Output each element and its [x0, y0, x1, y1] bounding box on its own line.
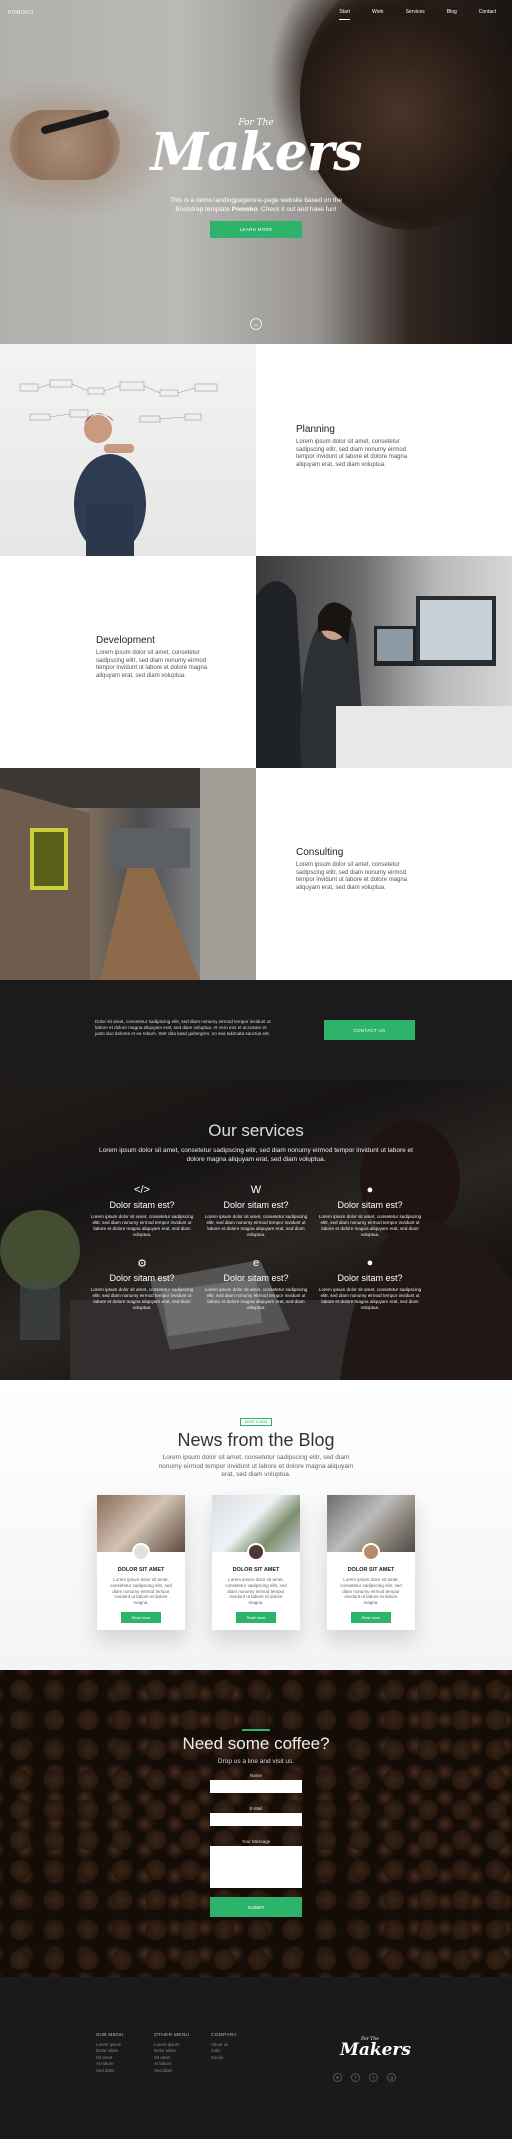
services-section: Our services Lorem ipsum dolor sit amet,… [0, 1080, 512, 1380]
blog-subtitle: Lorem ipsum dolor sit amet, consetetur s… [158, 1454, 354, 1478]
hero-section: POMOKO Start Work Services Blog Contact … [0, 0, 512, 344]
footer: SUB MENU Lorem ipsum Dolor sitam Sit ame… [0, 1977, 512, 2139]
hero-title: Makers [150, 122, 362, 183]
consulting-photo [0, 768, 256, 980]
hero-description: This is a demo landingpage/one-page webs… [169, 197, 342, 213]
cta-section: Dolor sit amet, consetetur sadipscing el… [0, 980, 512, 1080]
message-label: Your Message [241, 1839, 271, 1844]
email-field[interactable] [210, 1813, 302, 1826]
contact-subtitle: Drop us a line and visit us. [217, 1758, 295, 1765]
blog-card[interactable]: DOLOR SIT AMET Lorem ipsum dolor sit ame… [97, 1495, 185, 1630]
avatar [132, 1543, 150, 1561]
feature-title: Planning [296, 424, 335, 435]
submit-button[interactable]: SUBMIT [210, 1897, 302, 1917]
avatar [247, 1543, 265, 1561]
accent-divider [242, 1729, 270, 1731]
nav-item-start[interactable]: Start [339, 9, 350, 20]
avatar [362, 1543, 380, 1561]
gears-icon: ⚙ [137, 1258, 147, 1270]
name-field[interactable] [210, 1780, 302, 1793]
planning-photo [0, 344, 256, 556]
name-label: Name [249, 1773, 262, 1778]
nav-item-work[interactable]: Work [372, 9, 384, 20]
blog-title: News from the Blog [177, 1430, 335, 1450]
service-item: W Dolor sitam est? Lorem ipsum dolor sit… [200, 1184, 312, 1238]
github-icon: ● [366, 1184, 374, 1196]
edge-icon: e [252, 1257, 260, 1269]
brand-logo[interactable]: POMOKO [8, 10, 34, 16]
facebook-icon[interactable]: f [351, 2073, 360, 2082]
service-item: e Dolor sitam est? Lorem ipsum dolor sit… [200, 1257, 312, 1311]
social-links: ● f t g [333, 2073, 396, 2082]
apple-icon: ● [366, 1257, 374, 1269]
wordpress-icon: W [250, 1184, 262, 1196]
blog-section: WHAT'S NEW News from the Blog Lorem ipsu… [0, 1380, 512, 1670]
message-field[interactable] [210, 1846, 302, 1888]
feature-text: Lorem ipsum dolor sit amet, consetetur s… [296, 862, 408, 891]
feature-text: Lorem ipsum dolor sit amet, consetetur s… [296, 439, 408, 468]
email-label: E-Mail [249, 1806, 263, 1811]
main-nav: Start Work Services Blog Contact [339, 9, 496, 20]
footer-link[interactable]: Sed diam [96, 2068, 124, 2074]
feature-title: Development [96, 635, 155, 646]
footer-column: COMPANY About us Jobs Social [211, 2033, 237, 2061]
read-more-button[interactable]: Read more [236, 1612, 276, 1623]
footer-column: SUB MENU Lorem ipsum Dolor sitam Sit ame… [96, 2033, 124, 2074]
nav-item-blog[interactable]: Blog [447, 9, 457, 20]
footer-link[interactable]: Sed diam [154, 2068, 189, 2074]
footer-link[interactable]: Social [211, 2055, 237, 2061]
page: POMOKO Start Work Services Blog Contact … [0, 0, 512, 2139]
google-plus-icon[interactable]: g [387, 2073, 396, 2082]
service-item: ● Dolor sitam est? Lorem ipsum dolor sit… [314, 1257, 426, 1311]
nav-item-contact[interactable]: Contact [479, 9, 496, 20]
chevron-down-icon[interactable]: ⌄ [250, 318, 262, 330]
cta-text: Dolor sit amet, consetetur sadipscing el… [95, 1019, 271, 1036]
contact-section: Need some coffee? Drop us a line and vis… [0, 1670, 512, 1977]
service-item: ⚙ Dolor sitam est? Lorem ipsum dolor sit… [86, 1257, 198, 1311]
feature-consulting: Consulting Lorem ipsum dolor sit amet, c… [0, 768, 512, 980]
development-photo [256, 556, 512, 768]
read-more-button[interactable]: Read more [351, 1612, 391, 1623]
learn-more-button[interactable]: LEARN MORE [210, 221, 302, 238]
blog-card[interactable]: DOLOR SIT AMET Lorem ipsum dolor sit ame… [212, 1495, 300, 1630]
contact-title: Need some coffee? [182, 1734, 330, 1753]
services-subtitle: Lorem ipsum dolor sit amet, consetetur s… [99, 1147, 413, 1163]
feature-planning: Planning Lorem ipsum dolor sit amet, con… [0, 344, 512, 556]
footer-column: OTHER MENU Lorem ipsum Dolor sitam Sit a… [154, 2033, 190, 2074]
service-item: </> Dolor sitam est? Lorem ipsum dolor s… [86, 1184, 198, 1238]
blog-card[interactable]: DOLOR SIT AMET Lorem ipsum dolor sit ame… [327, 1495, 415, 1630]
twitter-icon[interactable]: t [369, 2073, 378, 2082]
service-item: ● Dolor sitam est? Lorem ipsum dolor sit… [314, 1184, 426, 1238]
nav-item-services[interactable]: Services [406, 9, 425, 20]
code-icon: </> [134, 1184, 150, 1196]
read-more-button[interactable]: Read more [121, 1612, 161, 1623]
whats-new-badge: WHAT'S NEW [240, 1418, 272, 1426]
services-title: Our services [208, 1121, 304, 1140]
feature-title: Consulting [296, 847, 344, 858]
github-icon[interactable]: ● [333, 2073, 342, 2082]
feature-development: Development Lorem ipsum dolor sit amet, … [0, 556, 512, 768]
feature-text: Lorem ipsum dolor sit amet, consetetur s… [96, 650, 208, 679]
contact-us-button[interactable]: CONTACT US [324, 1020, 415, 1040]
footer-logo[interactable]: For The Makers [340, 2037, 411, 2060]
